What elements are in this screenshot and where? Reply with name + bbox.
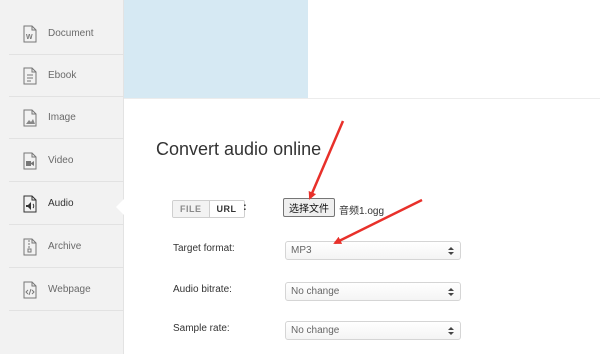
audio-bitrate-value: No change — [291, 286, 340, 297]
target-format-select[interactable]: MP3 — [285, 241, 461, 260]
selected-file-name: 音频1.ogg — [339, 206, 385, 217]
svg-text:W: W — [26, 34, 33, 41]
select-arrows-icon — [448, 326, 454, 335]
sample-rate-label: Sample rate: — [173, 323, 230, 334]
select-arrows-icon — [448, 246, 454, 255]
ebook-icon — [19, 65, 41, 87]
target-format-value: MP3 — [291, 245, 312, 256]
audio-bitrate-select[interactable]: No change — [285, 282, 461, 301]
sidebar: W Document Ebook Image Video Audio Archi… — [0, 0, 124, 354]
archive-icon — [19, 236, 41, 258]
sidebar-item-label: Video — [48, 155, 74, 166]
source-toggle: FILE URL — [172, 200, 245, 218]
sidebar-item-document[interactable]: W Document — [9, 13, 124, 55]
document-icon: W — [19, 23, 41, 45]
sidebar-item-video[interactable]: Video — [9, 140, 124, 182]
video-icon — [19, 150, 41, 172]
sidebar-item-webpage[interactable]: Webpage — [9, 269, 124, 311]
audio-bitrate-label: Audio bitrate: — [173, 284, 232, 295]
sidebar-item-label: Audio — [48, 198, 74, 209]
sidebar-item-audio[interactable]: Audio — [9, 183, 124, 225]
sidebar-item-archive[interactable]: Archive — [9, 226, 124, 268]
audio-icon — [19, 193, 41, 215]
source-colon: : — [243, 201, 247, 213]
active-item-pointer — [116, 199, 124, 215]
target-format-label: Target format: — [173, 243, 235, 254]
file-tab[interactable]: FILE — [173, 201, 210, 217]
sidebar-item-ebook[interactable]: Ebook — [9, 55, 124, 97]
sidebar-item-label: Image — [48, 112, 76, 123]
image-icon — [19, 107, 41, 129]
sample-rate-value: No change — [291, 325, 340, 336]
banner-blank — [308, 0, 600, 98]
choose-file-button[interactable]: 选择文件 — [283, 198, 335, 217]
banner-area — [124, 0, 308, 98]
sidebar-item-label: Webpage — [48, 284, 91, 295]
sidebar-item-image[interactable]: Image — [9, 97, 124, 139]
sidebar-item-label: Document — [48, 28, 94, 39]
webpage-icon — [19, 279, 41, 301]
banner-divider — [124, 98, 600, 99]
select-arrows-icon — [448, 287, 454, 296]
sample-rate-select[interactable]: No change — [285, 321, 461, 340]
sidebar-item-label: Ebook — [48, 70, 77, 81]
sidebar-item-label: Archive — [48, 241, 82, 252]
page-title: Convert audio online — [156, 139, 322, 159]
url-tab[interactable]: URL — [209, 201, 244, 217]
